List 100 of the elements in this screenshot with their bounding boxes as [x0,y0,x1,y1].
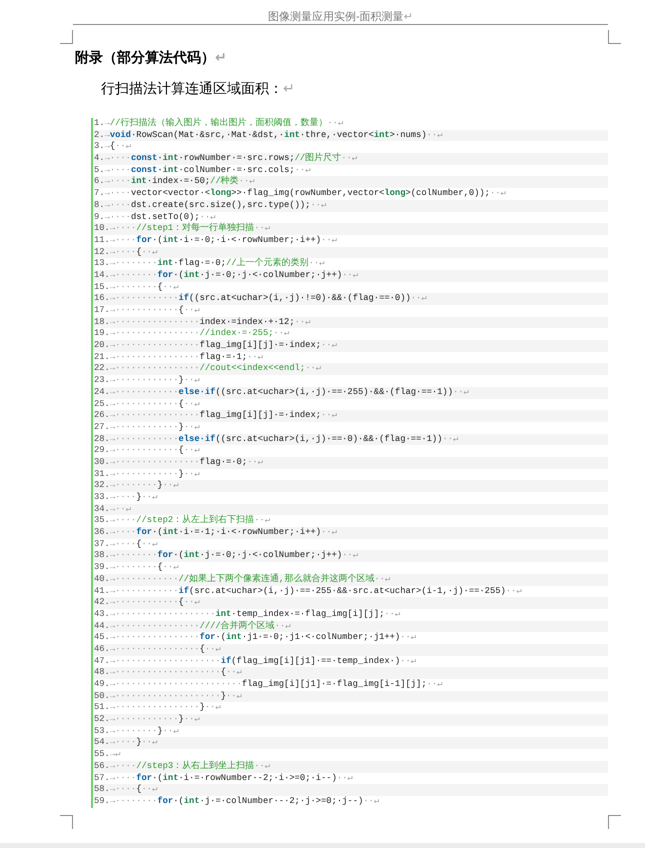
line-number: 36. [93,527,110,539]
code-line: →····vector<vector·<long>>·flag_img(rowNumber,vector<long>(colNumber,0));··↵ [104,188,506,200]
line-number: 51. [93,702,110,714]
line-number: 6. [93,176,105,188]
code-line: →········for·(int·j·=·0;·j·<·colNumber;·j++)··↵ [110,550,358,562]
line-number: 8. [93,200,105,212]
code-line: →····//step1：对每一行单独扫描··↵ [110,223,270,235]
code-line: →····for·(int·i·=·1;·i·<·rowNumber;·i++)··↵ [110,527,337,539]
line-number: 16. [93,293,110,305]
code-line: →···················int·temp_index·=·flag_img[i][j];··↵ [110,608,400,620]
line-number: 41. [93,586,110,598]
code-line: →············{··↵ [110,305,200,317]
line-number: 44. [93,620,110,632]
corner-mark [608,815,621,829]
line-number: 15. [93,282,110,294]
code-line: →············}··↵ [110,375,200,387]
code-line: →····{··↵ [110,538,158,550]
line-number: 13. [93,258,110,270]
code-line: →····//step3：从右上到坐上扫描··↵ [110,760,270,772]
code-line: →····const·int·colNumber·=·src.cols;··↵ [104,164,310,176]
line-number: 21. [93,352,110,364]
code-line: →················}··↵ [110,702,221,714]
line-number: 14. [93,270,110,282]
code-line: →//行扫描法（输入图片，输出图片，面积阈值，数量）··↵ [104,118,344,130]
code-line: →····{··↵ [110,784,158,796]
line-number: 59. [93,796,110,808]
line-number: 17. [93,305,110,317]
code-line: →····dst.setTo(0);··↵ [104,212,216,222]
code-line: →····}··↵ [110,492,158,504]
code-line: →················flag_img[i][j]·=·index;··↵ [110,410,337,422]
code-line: →············{··↵ [110,398,200,410]
code-line: →········{··↵ [110,562,178,574]
line-number: 28. [93,434,110,446]
section-subheading: 行扫描法计算连通区域面积：↵ [101,80,295,96]
code-line: →········{··↵ [110,282,178,294]
line-number: 26. [93,410,110,422]
code-line: →························flag_img[i][j1]·=·flag_img[i-1][j];··↵ [110,679,442,691]
code-line: →················flag·=·0;··↵ [110,456,263,469]
line-number: 53. [93,726,110,738]
corner-mark [60,815,73,829]
line-number: 57. [93,772,110,784]
code-line: →········for·(int·j·=·0;·j·<·colNumber;·j++)··↵ [110,270,358,282]
line-number: 56. [93,760,110,772]
line-number: 39. [93,562,110,574]
line-number: 46. [93,644,110,656]
line-number: 11. [93,234,110,247]
code-line: →················index·=index·+·12;··↵ [110,316,310,328]
line-number: 31. [93,468,110,480]
line-number: 5. [93,164,105,176]
line-number: 48. [93,667,110,679]
line-number: 4. [93,153,105,165]
line-number: 52. [93,714,110,726]
code-line: →········for·(int·j·=·colNumber·-·2;·j·>=0;·j--)··↵ [110,796,380,808]
code-line: →········}··↵ [110,480,178,492]
code-line: →····················}··↵ [110,690,242,702]
line-number: 54. [93,737,110,750]
code-line: →················for·(int·j1·=·0;·j1·<·colNumber;·j1++)··↵ [110,632,416,644]
line-number: 37. [93,538,110,550]
line-number: 55. [93,749,110,761]
line-number: 30. [93,456,110,469]
code-line: →↵ [110,749,120,761]
code-line: →················flag_img[i][j]·=·index;··↵ [110,340,337,352]
line-number: 18. [93,316,110,328]
line-number: 23. [93,375,110,387]
code-line: →············}··↵ [110,468,200,480]
line-number: 9. [93,212,105,224]
line-number: 42. [93,597,110,609]
code-line: →··↵ [110,504,131,516]
code-line: →····················{··↵ [110,667,242,679]
line-number: 2. [93,130,105,142]
line-number: 1. [93,118,105,130]
code-line: →····{··↵ [110,246,158,258]
line-number: 7. [93,188,105,200]
code-line: →············else·if((src.at<uchar>(i,·j)·==·255)·&&·(flag·==·1))··↵ [110,386,469,398]
line-number: 47. [93,656,110,668]
code-line: →····int·index·=·50;//种类··↵ [104,176,255,188]
code-line: →············}··↵ [110,714,200,726]
line-number: 24. [93,386,110,398]
code-line: →····for·(int·i·=·0;·i·<·rowNumber;·i++)··↵ [110,234,337,247]
code-line: →····}··↵ [110,737,158,750]
code-line: →····const·int·rowNumber·=·src.rows;//图片尺寸··↵ [104,153,358,165]
code-line: →····dst.create(src.size(),src.type());··↵ [104,200,326,212]
line-number: 40. [93,574,110,586]
line-number: 58. [93,784,110,796]
line-number: 10. [93,223,110,235]
code-line: →················{··↵ [110,644,221,656]
line-number: 45. [93,632,110,644]
line-number: 33. [93,492,110,504]
code-line: →············if(src.at<uchar>(i,·j)·==·255·&&·src.at<uchar>(i-1,·j)·==·255)··↵ [110,586,522,598]
code-line: →········int·flag·=·0;//上一个元素的类别··↵ [110,258,324,270]
line-number: 38. [93,550,110,562]
line-number: 34. [93,504,110,516]
line-number: 25. [93,398,110,410]
code-line: →················flag·=·1;··↵ [110,352,263,364]
line-number: 29. [93,445,110,457]
code-line: →············if((src.at<uchar>(i,·j)·!=0)·&&·(flag·==·0))··↵ [110,293,427,305]
code-line: →············}··↵ [110,422,200,434]
line-number: 3. [93,141,105,154]
line-number: 43. [93,608,110,621]
code-line: →················//index·=·255;··↵ [110,328,290,340]
